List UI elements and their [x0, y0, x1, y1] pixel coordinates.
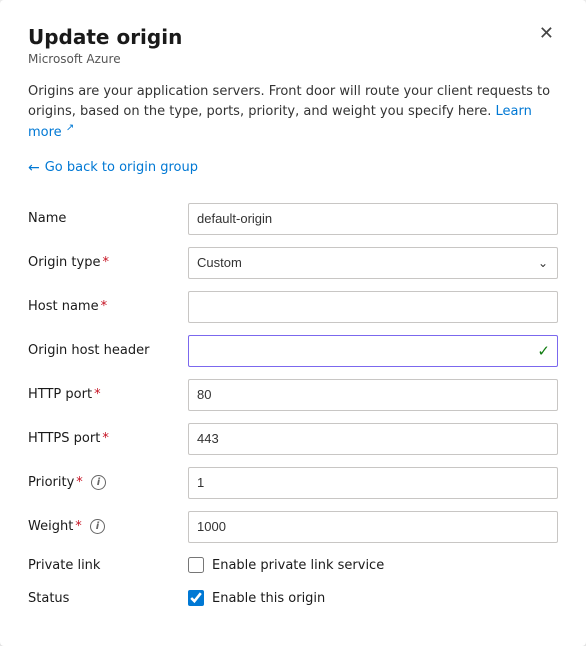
http-port-required: *: [94, 387, 101, 402]
host-name-row: Host name*: [28, 288, 558, 326]
origin-host-header-wrapper: ✓: [188, 335, 558, 367]
form-table: Name Origin type* Custom App Services Az…: [28, 194, 558, 618]
status-row: Status Enable this origin: [28, 585, 558, 612]
name-input[interactable]: [188, 203, 558, 235]
origin-type-select[interactable]: Custom App Services Azure Blob Storage A…: [188, 247, 558, 279]
host-name-input-cell: [188, 288, 558, 326]
dialog-header: Update origin Microsoft Azure ✕: [28, 24, 558, 80]
weight-info-icon[interactable]: i: [90, 519, 105, 534]
private-link-row: Private link Enable private link service: [28, 552, 558, 579]
private-link-checkbox[interactable]: [188, 557, 204, 573]
host-name-required: *: [101, 299, 108, 314]
https-port-label: HTTPS port*: [28, 420, 188, 458]
host-name-input[interactable]: [188, 291, 558, 323]
private-link-input-cell: Enable private link service: [188, 552, 558, 579]
name-input-cell: [188, 200, 558, 238]
origin-type-required: *: [102, 255, 109, 270]
origin-host-header-row: Origin host header ✓: [28, 332, 558, 370]
https-port-input[interactable]: [188, 423, 558, 455]
weight-row: Weight* i: [28, 508, 558, 546]
dialog-subtitle: Microsoft Azure: [28, 52, 182, 66]
update-origin-dialog: Update origin Microsoft Azure ✕ Origins …: [0, 0, 586, 646]
private-link-label: Private link: [28, 552, 188, 579]
weight-input[interactable]: [188, 511, 558, 543]
status-checkbox[interactable]: [188, 590, 204, 606]
priority-row: Priority* i: [28, 464, 558, 502]
status-input-cell: Enable this origin: [188, 585, 558, 612]
back-arrow-icon: ←: [28, 160, 40, 176]
http-port-input-cell: [188, 376, 558, 414]
name-label: Name: [28, 200, 188, 238]
priority-label: Priority* i: [28, 464, 188, 502]
priority-info-icon[interactable]: i: [91, 475, 106, 490]
private-link-checkbox-label: Enable private link service: [212, 558, 384, 573]
close-button[interactable]: ✕: [535, 22, 558, 44]
origin-host-header-input[interactable]: [188, 335, 558, 367]
http-port-input[interactable]: [188, 379, 558, 411]
priority-required: *: [76, 475, 83, 490]
origin-type-select-wrapper: Custom App Services Azure Blob Storage A…: [188, 247, 558, 279]
origin-type-row: Origin type* Custom App Services Azure B…: [28, 244, 558, 282]
status-checkbox-label: Enable this origin: [212, 591, 325, 606]
priority-input-cell: [188, 464, 558, 502]
private-link-checkbox-row: Enable private link service: [188, 557, 558, 573]
origin-host-header-label: Origin host header: [28, 332, 188, 370]
http-port-row: HTTP port*: [28, 376, 558, 414]
back-to-origin-group-link[interactable]: ← Go back to origin group: [28, 160, 198, 176]
http-port-label: HTTP port*: [28, 376, 188, 414]
origin-type-input-cell: Custom App Services Azure Blob Storage A…: [188, 244, 558, 282]
title-group: Update origin Microsoft Azure: [28, 24, 182, 80]
status-checkbox-row: Enable this origin: [188, 590, 558, 606]
host-name-label: Host name*: [28, 288, 188, 326]
status-label: Status: [28, 585, 188, 612]
external-link-icon: ↗: [66, 123, 74, 134]
https-port-required: *: [102, 431, 109, 446]
priority-input[interactable]: [188, 467, 558, 499]
weight-label: Weight* i: [28, 508, 188, 546]
host-name-container: [188, 291, 558, 323]
https-port-row: HTTPS port*: [28, 420, 558, 458]
https-port-input-cell: [188, 420, 558, 458]
weight-input-cell: [188, 508, 558, 546]
dialog-title: Update origin: [28, 24, 182, 50]
origin-host-header-input-cell: ✓: [188, 332, 558, 370]
weight-required: *: [75, 519, 82, 534]
name-row: Name: [28, 200, 558, 238]
origin-type-label: Origin type*: [28, 244, 188, 282]
description-text: Origins are your application servers. Fr…: [28, 82, 558, 143]
